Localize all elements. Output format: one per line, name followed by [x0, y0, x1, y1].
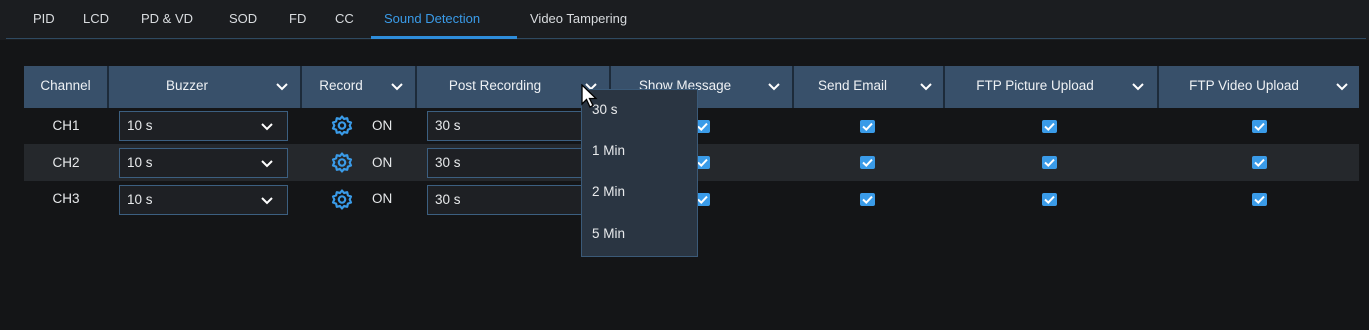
- record-status: ON: [372, 191, 393, 206]
- column-header-post-recording[interactable]: Post Recording: [417, 66, 573, 108]
- dropdown-option-5min[interactable]: 5 Min: [592, 226, 625, 241]
- buzzer-value: 10 s: [127, 118, 153, 133]
- chevron-down-icon: [260, 159, 274, 169]
- chevron-down-icon[interactable]: [390, 82, 404, 92]
- dropdown-option-1min[interactable]: 1 Min: [592, 143, 625, 158]
- tab-video-tampering[interactable]: Video Tampering: [530, 0, 627, 39]
- buzzer-select[interactable]: 10 s: [119, 185, 288, 215]
- post-recording-value: 30 s: [435, 118, 461, 133]
- ftp-video-upload-checkbox[interactable]: [1252, 156, 1267, 169]
- buzzer-value: 10 s: [127, 192, 153, 207]
- tab-fd[interactable]: FD: [289, 0, 306, 39]
- chevron-down-icon[interactable]: [275, 82, 289, 92]
- tab-sod[interactable]: SOD: [229, 0, 257, 39]
- tab-sound-detection[interactable]: Sound Detection: [384, 0, 480, 39]
- ftp-picture-upload-checkbox[interactable]: [1042, 193, 1057, 206]
- record-status: ON: [372, 155, 393, 170]
- ftp-video-upload-checkbox[interactable]: [1252, 120, 1267, 133]
- dropdown-option-2min[interactable]: 2 Min: [592, 184, 625, 199]
- tab-bar-divider: [6, 38, 1366, 39]
- column-header-ftp-picture-upload[interactable]: FTP Picture Upload: [945, 66, 1125, 108]
- post-recording-dropdown: 30 s 1 Min 2 Min 5 Min: [581, 89, 698, 257]
- ftp-picture-upload-checkbox[interactable]: [1042, 156, 1057, 169]
- ftp-picture-upload-checkbox[interactable]: [1042, 120, 1057, 133]
- channel-label: CH1: [52, 118, 80, 133]
- channel-label: CH2: [52, 155, 80, 170]
- post-recording-select[interactable]: 30 s: [427, 111, 596, 141]
- column-header-channel: Channel: [40, 78, 91, 93]
- gear-icon[interactable]: [330, 151, 354, 175]
- record-status: ON: [372, 118, 393, 133]
- send-email-checkbox[interactable]: [860, 156, 875, 169]
- chevron-down-icon: [260, 196, 274, 206]
- column-header-record[interactable]: Record: [302, 66, 380, 108]
- post-recording-value: 30 s: [435, 155, 461, 170]
- buzzer-select[interactable]: 10 s: [119, 148, 288, 178]
- tab-lcd[interactable]: LCD: [83, 0, 109, 39]
- tab-pid[interactable]: PID: [33, 0, 55, 39]
- post-recording-select[interactable]: 30 s: [427, 185, 596, 215]
- ftp-video-upload-checkbox[interactable]: [1252, 193, 1267, 206]
- send-email-checkbox[interactable]: [860, 193, 875, 206]
- post-recording-select[interactable]: 30 s: [427, 148, 596, 178]
- tab-pd-vd[interactable]: PD & VD: [141, 0, 193, 39]
- column-header-ftp-video-upload[interactable]: FTP Video Upload: [1159, 66, 1329, 108]
- active-tab-indicator: [371, 36, 517, 39]
- post-recording-value: 30 s: [435, 192, 461, 207]
- send-email-checkbox[interactable]: [860, 120, 875, 133]
- channel-label: CH3: [52, 191, 80, 206]
- chevron-down-icon: [260, 122, 274, 132]
- column-header-buzzer[interactable]: Buzzer: [109, 66, 265, 108]
- tab-cc[interactable]: CC: [335, 0, 354, 39]
- column-header-send-email[interactable]: Send Email: [794, 66, 911, 108]
- chevron-down-icon[interactable]: [1335, 82, 1349, 92]
- chevron-down-icon[interactable]: [919, 82, 933, 92]
- mouse-pointer-icon: [581, 83, 599, 110]
- tab-bar: [0, 0, 1369, 40]
- buzzer-select[interactable]: 10 s: [119, 111, 288, 141]
- gear-icon[interactable]: [330, 114, 354, 138]
- chevron-down-icon[interactable]: [767, 82, 781, 92]
- buzzer-value: 10 s: [127, 155, 153, 170]
- chevron-down-icon[interactable]: [1131, 82, 1145, 92]
- gear-icon[interactable]: [330, 188, 354, 212]
